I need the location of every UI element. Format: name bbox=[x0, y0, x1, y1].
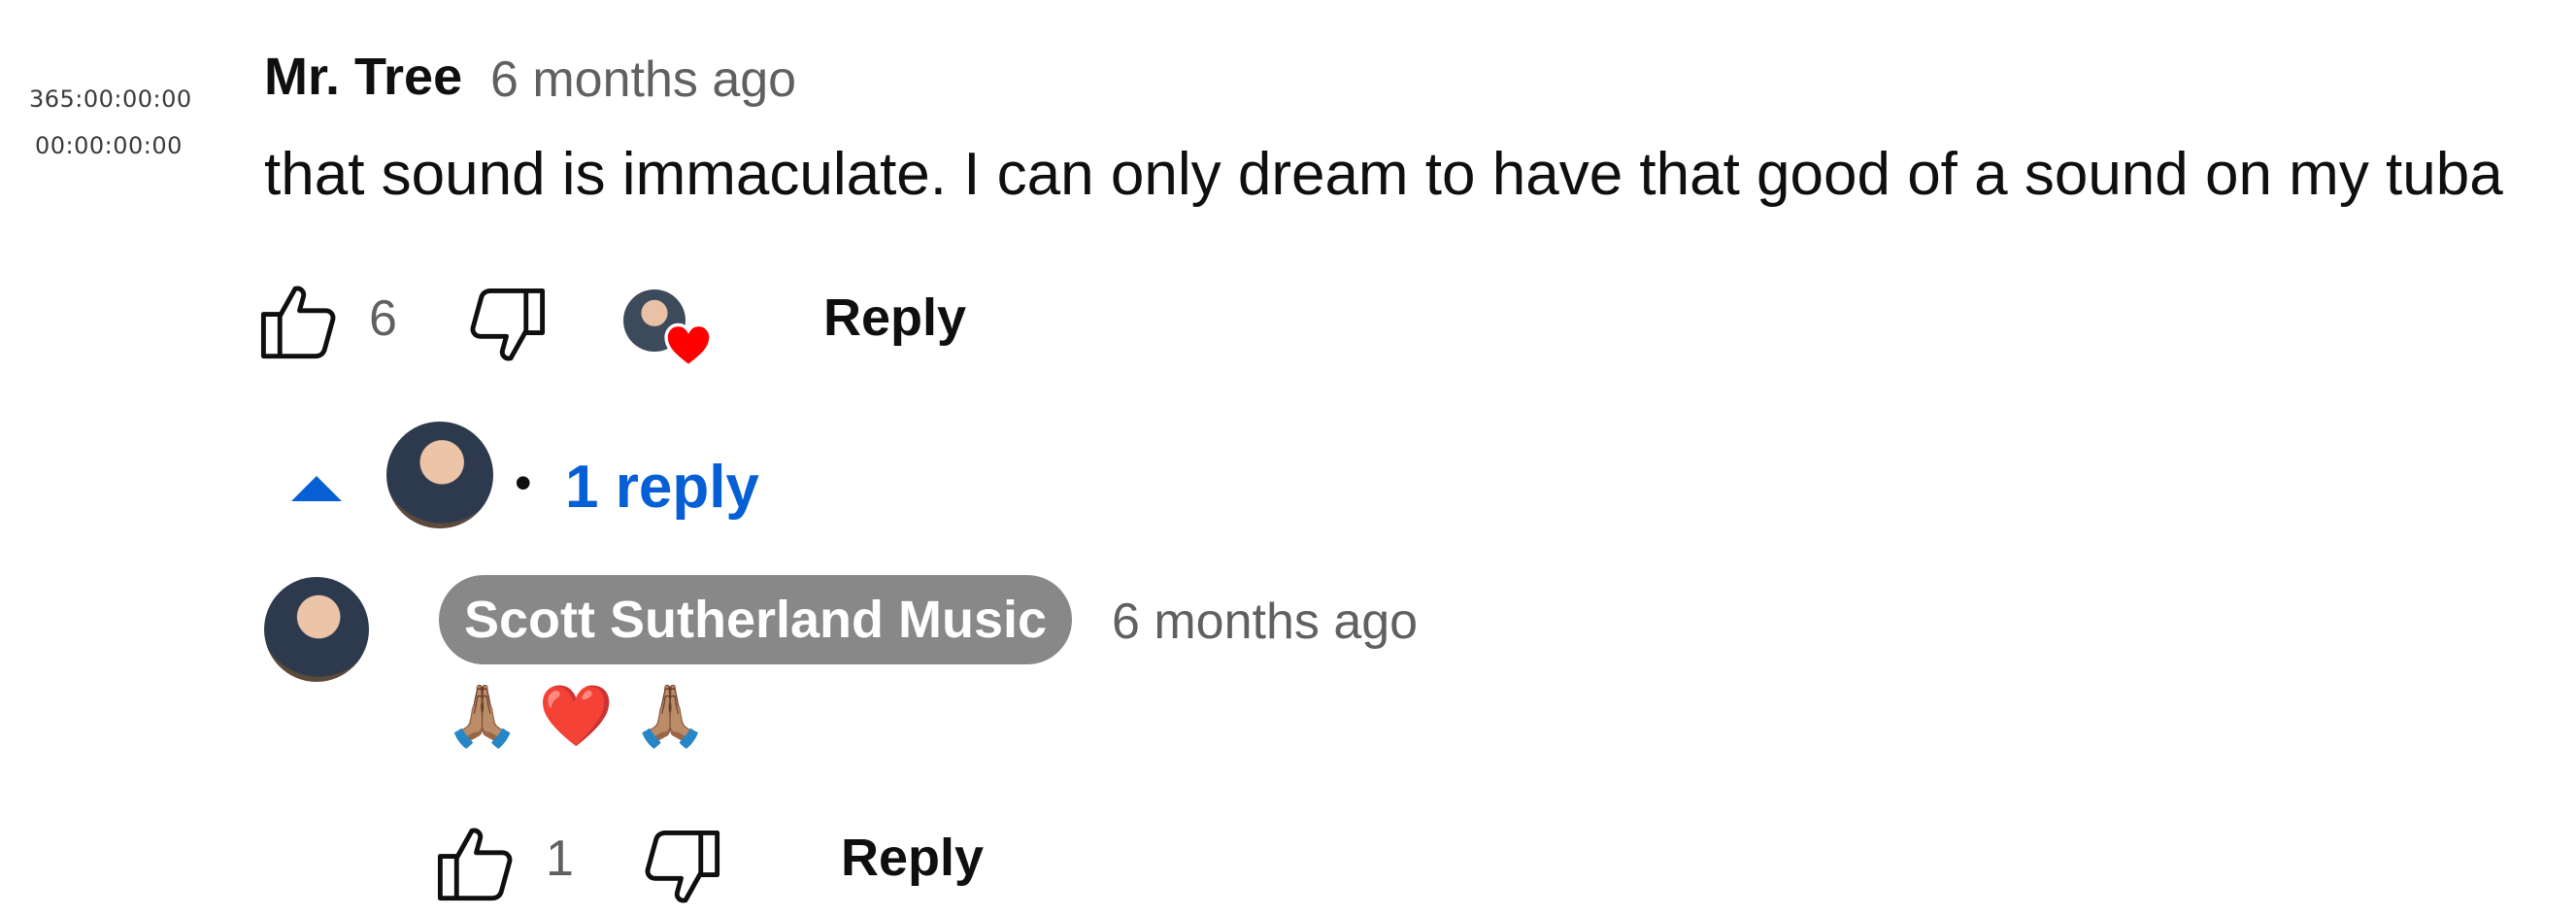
reply-reply-button[interactable]: Reply bbox=[841, 828, 984, 888]
reply-avatar[interactable] bbox=[264, 577, 369, 682]
timestamp-current: 00:00:00:00 bbox=[35, 132, 183, 159]
like-count: 6 bbox=[369, 290, 397, 347]
replies-count-label: 1 reply bbox=[565, 454, 759, 521]
reply-time[interactable]: 6 months ago bbox=[1112, 593, 1418, 651]
reply-author-badge[interactable]: Scott Sutherland Music bbox=[439, 575, 1073, 664]
comment-author[interactable]: Mr. Tree bbox=[264, 47, 462, 107]
reply-like-button[interactable] bbox=[431, 820, 519, 907]
comment-text: that sound is immaculate. I can only dre… bbox=[264, 141, 2503, 208]
thumbs-up-icon bbox=[437, 828, 513, 901]
reply-dislike-button[interactable] bbox=[639, 824, 726, 911]
replier-avatar-small bbox=[386, 422, 493, 528]
timestamp-total: 365:00:00:00 bbox=[29, 85, 192, 113]
dislike-button[interactable] bbox=[464, 282, 552, 369]
creator-heart[interactable] bbox=[623, 289, 720, 377]
reply-like-count: 1 bbox=[546, 831, 574, 887]
thumbs-up-icon bbox=[260, 286, 336, 359]
thumbs-down-icon bbox=[470, 288, 546, 361]
reply-text: 🙏🏽 ❤️ 🙏🏽 bbox=[445, 680, 709, 751]
thumbs-down-icon bbox=[645, 830, 720, 903]
heart-icon bbox=[664, 322, 713, 368]
like-button[interactable] bbox=[254, 278, 342, 365]
replies-separator: • bbox=[515, 456, 532, 510]
comment-time[interactable]: 6 months ago bbox=[490, 51, 796, 109]
reply-button[interactable]: Reply bbox=[823, 288, 966, 348]
replies-toggle[interactable]: • 1 reply bbox=[282, 418, 767, 534]
chevron-up-icon bbox=[291, 476, 342, 501]
